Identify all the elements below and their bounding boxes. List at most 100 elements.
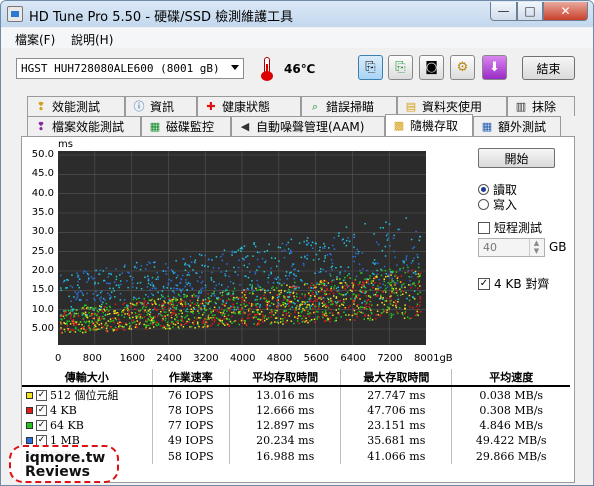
scatter-point bbox=[393, 283, 395, 285]
scatter-point bbox=[364, 278, 366, 280]
scatter-point bbox=[362, 312, 364, 314]
scatter-point bbox=[193, 261, 196, 263]
scatter-point bbox=[119, 299, 122, 301]
camera-icon[interactable]: ◙ bbox=[419, 55, 444, 80]
start-button[interactable]: 開始 bbox=[478, 148, 555, 168]
scatter-point bbox=[70, 300, 72, 302]
scatter-point bbox=[115, 278, 118, 281]
menu-file[interactable]: 檔案(F) bbox=[15, 31, 55, 48]
scatter-point bbox=[344, 294, 346, 296]
scatter-point bbox=[419, 291, 421, 293]
scatter-point bbox=[412, 260, 414, 262]
scatter-point bbox=[128, 326, 131, 328]
scatter-point bbox=[334, 301, 337, 303]
scatter-point bbox=[300, 311, 303, 313]
scatter-point bbox=[335, 302, 338, 305]
write-radio[interactable]: 寫入 bbox=[478, 196, 558, 213]
tab-health[interactable]: ✚ 健康狀態 bbox=[197, 96, 301, 116]
scatter-point bbox=[174, 271, 176, 274]
tab-extra-tests[interactable]: ▦ 額外測試 bbox=[473, 116, 561, 136]
scatter-point bbox=[198, 290, 200, 293]
scatter-point bbox=[311, 282, 313, 284]
tab-folder-usage[interactable]: ▤ 資料夾使用 bbox=[397, 96, 507, 116]
tab-benchmark[interactable]: ❢ 效能測試 bbox=[27, 96, 125, 116]
tab-error-scan[interactable]: ⌕ 錯誤掃瞄 bbox=[301, 96, 397, 116]
scatter-point bbox=[312, 303, 314, 306]
scatter-point bbox=[180, 323, 182, 325]
scatter-point bbox=[91, 314, 93, 316]
y-tick-label: 30.0 bbox=[31, 226, 54, 238]
scatter-point bbox=[251, 286, 253, 289]
tools-icon[interactable]: ⚙ bbox=[450, 55, 475, 80]
scatter-point bbox=[182, 288, 184, 290]
scatter-point bbox=[276, 309, 278, 312]
tab-aam[interactable]: ◀ 自動噪聲管理(AAM) bbox=[231, 116, 385, 136]
scatter-point bbox=[264, 315, 267, 317]
copy-icon[interactable]: ⎘ bbox=[358, 55, 383, 80]
scatter-point bbox=[114, 296, 116, 298]
scatter-point bbox=[327, 297, 329, 300]
short-test-checkbox[interactable]: 短程測試 bbox=[478, 219, 542, 236]
scatter-point bbox=[335, 309, 337, 311]
scatter-point bbox=[362, 283, 365, 285]
scatter-point bbox=[264, 291, 266, 294]
scatter-point bbox=[371, 272, 374, 275]
minimize-button[interactable]: — bbox=[490, 2, 517, 21]
scatter-point bbox=[333, 248, 336, 250]
scatter-point bbox=[158, 304, 161, 306]
scatter-point bbox=[252, 255, 254, 257]
scatter-point bbox=[330, 297, 332, 300]
close-button[interactable]: ✕ bbox=[543, 2, 588, 21]
exit-button[interactable]: 結束 bbox=[522, 56, 575, 80]
scatter-point bbox=[68, 320, 70, 322]
scatter-point bbox=[207, 293, 209, 295]
scatter-point bbox=[242, 298, 244, 300]
series-checkbox[interactable]: ✓ bbox=[36, 405, 47, 416]
tab-disk-monitor[interactable]: ▦ 磁碟監控 bbox=[141, 116, 231, 136]
series-checkbox[interactable]: ✓ bbox=[36, 389, 47, 401]
menu-help[interactable]: 說明(H) bbox=[71, 31, 113, 48]
scatter-point bbox=[180, 310, 182, 312]
scatter-point bbox=[329, 275, 332, 277]
scatter-point bbox=[346, 275, 349, 277]
scatter-point bbox=[316, 283, 318, 286]
scatter-point bbox=[107, 320, 110, 322]
scatter-point bbox=[231, 294, 233, 297]
copy-alt-icon[interactable]: ⎘ bbox=[388, 55, 413, 80]
scatter-point bbox=[268, 243, 270, 246]
scatter-point bbox=[318, 283, 320, 286]
scatter-point bbox=[173, 291, 175, 294]
scatter-point bbox=[390, 300, 392, 302]
download-icon[interactable]: ⬇ bbox=[482, 55, 507, 80]
scatter-point bbox=[65, 287, 67, 289]
scatter-point bbox=[281, 242, 284, 245]
scatter-point bbox=[129, 275, 132, 278]
y-tick-label: 35.0 bbox=[31, 207, 54, 218]
scatter-point bbox=[298, 242, 301, 244]
spinner-arrows-icon[interactable]: ▲ ▼ bbox=[529, 239, 543, 256]
align-4kb-checkbox[interactable]: ✓ 4 KB 對齊 bbox=[478, 275, 549, 292]
scatter-point bbox=[204, 286, 207, 289]
scatter-point bbox=[349, 289, 352, 291]
tab-file-benchmark[interactable]: ❢ 檔案效能測試 bbox=[27, 116, 141, 136]
scatter-point bbox=[251, 288, 253, 290]
scatter-point bbox=[150, 299, 152, 302]
drive-select[interactable]: HGST HUH728080ALE600 (8001 gB) bbox=[16, 58, 244, 79]
scatter-point bbox=[164, 326, 167, 328]
scatter-point bbox=[93, 317, 95, 320]
scatter-point bbox=[177, 319, 179, 322]
scatter-point bbox=[372, 280, 374, 282]
scatter-plot bbox=[58, 151, 426, 345]
tab-erase[interactable]: ▥ 抹除 bbox=[507, 96, 575, 116]
scatter-point bbox=[294, 303, 296, 305]
scatter-point bbox=[378, 287, 381, 289]
tab-random-access[interactable]: ▩ 隨機存取 bbox=[385, 114, 473, 136]
scatter-point bbox=[63, 317, 66, 319]
scatter-point bbox=[239, 304, 242, 306]
scatter-point bbox=[313, 287, 316, 290]
series-checkbox[interactable]: ✓ bbox=[36, 420, 47, 431]
maximize-button[interactable]: □ bbox=[517, 2, 543, 21]
tab-info[interactable]: ⓘ 資訊 bbox=[125, 96, 197, 116]
scatter-point bbox=[324, 257, 326, 259]
scatter-point bbox=[306, 257, 308, 260]
